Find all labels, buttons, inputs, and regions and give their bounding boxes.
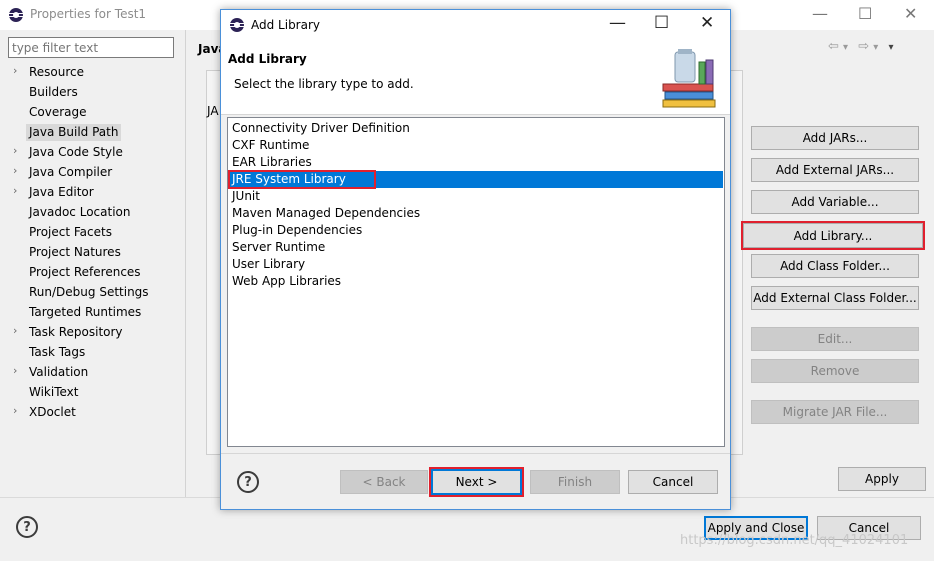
dialog-header: Add Library Select the library type to a… bbox=[221, 40, 730, 115]
tree-item[interactable]: › Java Compiler bbox=[0, 162, 185, 182]
watermark: https://blog.csdn.net/qq_41024101 bbox=[680, 533, 909, 548]
tree-item[interactable]: Coverage bbox=[0, 102, 185, 122]
dialog-title: Add Library bbox=[251, 18, 321, 32]
tree-item-label: Run/Debug Settings bbox=[29, 285, 149, 299]
apply-button[interactable]: Apply bbox=[838, 467, 926, 491]
dialog-titlebar: Add Library — ☐ ✕ bbox=[221, 10, 730, 40]
help-icon[interactable]: ? bbox=[16, 516, 38, 538]
dialog-cancel-button[interactable]: Cancel bbox=[628, 470, 718, 494]
library-list-item[interactable]: Connectivity Driver Definition bbox=[229, 120, 723, 137]
page-nav: ⇦ ▾ ⇨ ▾ ▾ bbox=[828, 39, 893, 54]
chevron-right-icon[interactable]: › bbox=[13, 64, 17, 77]
tree-item-label: Java Compiler bbox=[29, 165, 113, 179]
library-books-icon bbox=[662, 49, 716, 108]
tree-item[interactable]: WikiText bbox=[0, 382, 185, 402]
tree-item[interactable]: Builders bbox=[0, 82, 185, 102]
back-button[interactable]: < Back bbox=[340, 470, 428, 494]
forward-menu-icon[interactable]: ▾ bbox=[873, 42, 878, 53]
tree-item[interactable]: Java Build Path bbox=[0, 122, 185, 142]
tree-item[interactable]: › Validation bbox=[0, 362, 185, 382]
library-list-item[interactable]: Plug-in Dependencies bbox=[229, 222, 723, 239]
library-list-item[interactable]: Web App Libraries bbox=[229, 273, 723, 290]
library-type-list: Connectivity Driver Definition CXF Runtim… bbox=[227, 117, 725, 447]
dialog-footer-divider bbox=[221, 453, 730, 454]
tree-item[interactable]: Run/Debug Settings bbox=[0, 282, 185, 302]
dialog-close-button[interactable]: ✕ bbox=[700, 13, 714, 33]
minimize-button[interactable]: — bbox=[812, 4, 828, 23]
tree-item[interactable]: Project Natures bbox=[0, 242, 185, 262]
maximize-button[interactable]: ☐ bbox=[858, 4, 872, 23]
finish-button[interactable]: Finish bbox=[530, 470, 620, 494]
tree-item-label: Resource bbox=[29, 65, 85, 79]
library-list-item[interactable]: JRE System Library bbox=[229, 171, 723, 188]
library-list-item[interactable]: EAR Libraries bbox=[229, 154, 723, 171]
tree-item[interactable]: Javadoc Location bbox=[0, 202, 185, 222]
library-list-item[interactable]: JUnit bbox=[229, 188, 723, 205]
filter-input[interactable] bbox=[8, 37, 174, 58]
chevron-right-icon[interactable]: › bbox=[13, 164, 17, 177]
tree-item[interactable]: › Resource bbox=[0, 62, 185, 82]
back-arrow-icon[interactable]: ⇦ bbox=[828, 39, 839, 54]
add-variable-button[interactable]: Add Variable... bbox=[751, 190, 919, 214]
next-button[interactable]: Next > bbox=[429, 467, 524, 497]
chevron-right-icon[interactable]: › bbox=[13, 364, 17, 377]
forward-arrow-icon[interactable]: ⇨ bbox=[858, 39, 869, 54]
tree-item-label: Java Editor bbox=[29, 185, 94, 199]
library-list-item[interactable]: User Library bbox=[229, 256, 723, 273]
tree-item-label: Java Build Path bbox=[26, 124, 122, 141]
add-external-jars-button[interactable]: Add External JARs... bbox=[751, 158, 919, 182]
tree-item[interactable]: Targeted Runtimes bbox=[0, 302, 185, 322]
tree-item[interactable]: › Java Code Style bbox=[0, 142, 185, 162]
add-library-dialog: Add Library — ☐ ✕ Add Library Select the… bbox=[220, 9, 731, 510]
add-jars-button[interactable]: Add JARs... bbox=[751, 126, 919, 150]
tree-item[interactable]: Project References bbox=[0, 262, 185, 282]
back-menu-icon[interactable]: ▾ bbox=[843, 42, 848, 53]
library-list-item[interactable]: Server Runtime bbox=[229, 239, 723, 256]
add-class-folder-button[interactable]: Add Class Folder... bbox=[751, 254, 919, 278]
jar-label: JA bbox=[207, 104, 219, 118]
eclipse-icon bbox=[9, 8, 23, 22]
tree-item[interactable]: Project Facets bbox=[0, 222, 185, 242]
tree-item-label: WikiText bbox=[29, 385, 79, 399]
remove-button[interactable]: Remove bbox=[751, 359, 919, 383]
property-tree: › Resource Builders Coverage Java Build Path… bbox=[0, 62, 185, 497]
migrate-jar-button[interactable]: Migrate JAR File... bbox=[751, 400, 919, 424]
add-library-button[interactable]: Add Library... bbox=[741, 221, 925, 250]
tree-item-label: Task Tags bbox=[29, 345, 86, 359]
tree-item[interactable]: › XDoclet bbox=[0, 402, 185, 422]
library-list-item[interactable]: Maven Managed Dependencies bbox=[229, 205, 723, 222]
dialog-maximize-button[interactable]: ☐ bbox=[654, 13, 669, 33]
edit-button[interactable]: Edit... bbox=[751, 327, 919, 351]
dialog-heading: Add Library bbox=[228, 52, 307, 66]
dialog-description: Select the library type to add. bbox=[234, 77, 414, 91]
tree-item[interactable]: › Java Editor bbox=[0, 182, 185, 202]
tree-item-label: Project Natures bbox=[29, 245, 121, 259]
chevron-right-icon[interactable]: › bbox=[13, 404, 17, 417]
tree-item-label: Java Code Style bbox=[29, 145, 123, 159]
dialog-minimize-button[interactable]: — bbox=[609, 13, 626, 33]
library-list-item[interactable]: CXF Runtime bbox=[229, 137, 723, 154]
tree-item-label: Project Facets bbox=[29, 225, 112, 239]
tree-item[interactable]: › Task Repository bbox=[0, 322, 185, 342]
tree-item-label: XDoclet bbox=[29, 405, 76, 419]
chevron-right-icon[interactable]: › bbox=[13, 324, 17, 337]
tree-item-label: Builders bbox=[29, 85, 78, 99]
add-external-class-folder-button[interactable]: Add External Class Folder... bbox=[751, 286, 919, 310]
eclipse-icon bbox=[230, 18, 244, 32]
tree-item-label: Project References bbox=[29, 265, 141, 279]
tree-item-label: Javadoc Location bbox=[29, 205, 131, 219]
dialog-help-icon[interactable]: ? bbox=[237, 471, 259, 493]
view-menu-icon[interactable]: ▾ bbox=[888, 42, 893, 53]
chevron-right-icon[interactable]: › bbox=[13, 184, 17, 197]
tree-item-label: Coverage bbox=[29, 105, 87, 119]
tree-item[interactable]: Task Tags bbox=[0, 342, 185, 362]
tree-item-label: Task Repository bbox=[29, 325, 123, 339]
chevron-right-icon[interactable]: › bbox=[13, 144, 17, 157]
close-button[interactable]: ✕ bbox=[904, 4, 917, 23]
outer-window-title: Properties for Test1 bbox=[30, 7, 147, 21]
tree-item-label: Validation bbox=[29, 365, 89, 379]
tree-item-label: Targeted Runtimes bbox=[29, 305, 142, 319]
